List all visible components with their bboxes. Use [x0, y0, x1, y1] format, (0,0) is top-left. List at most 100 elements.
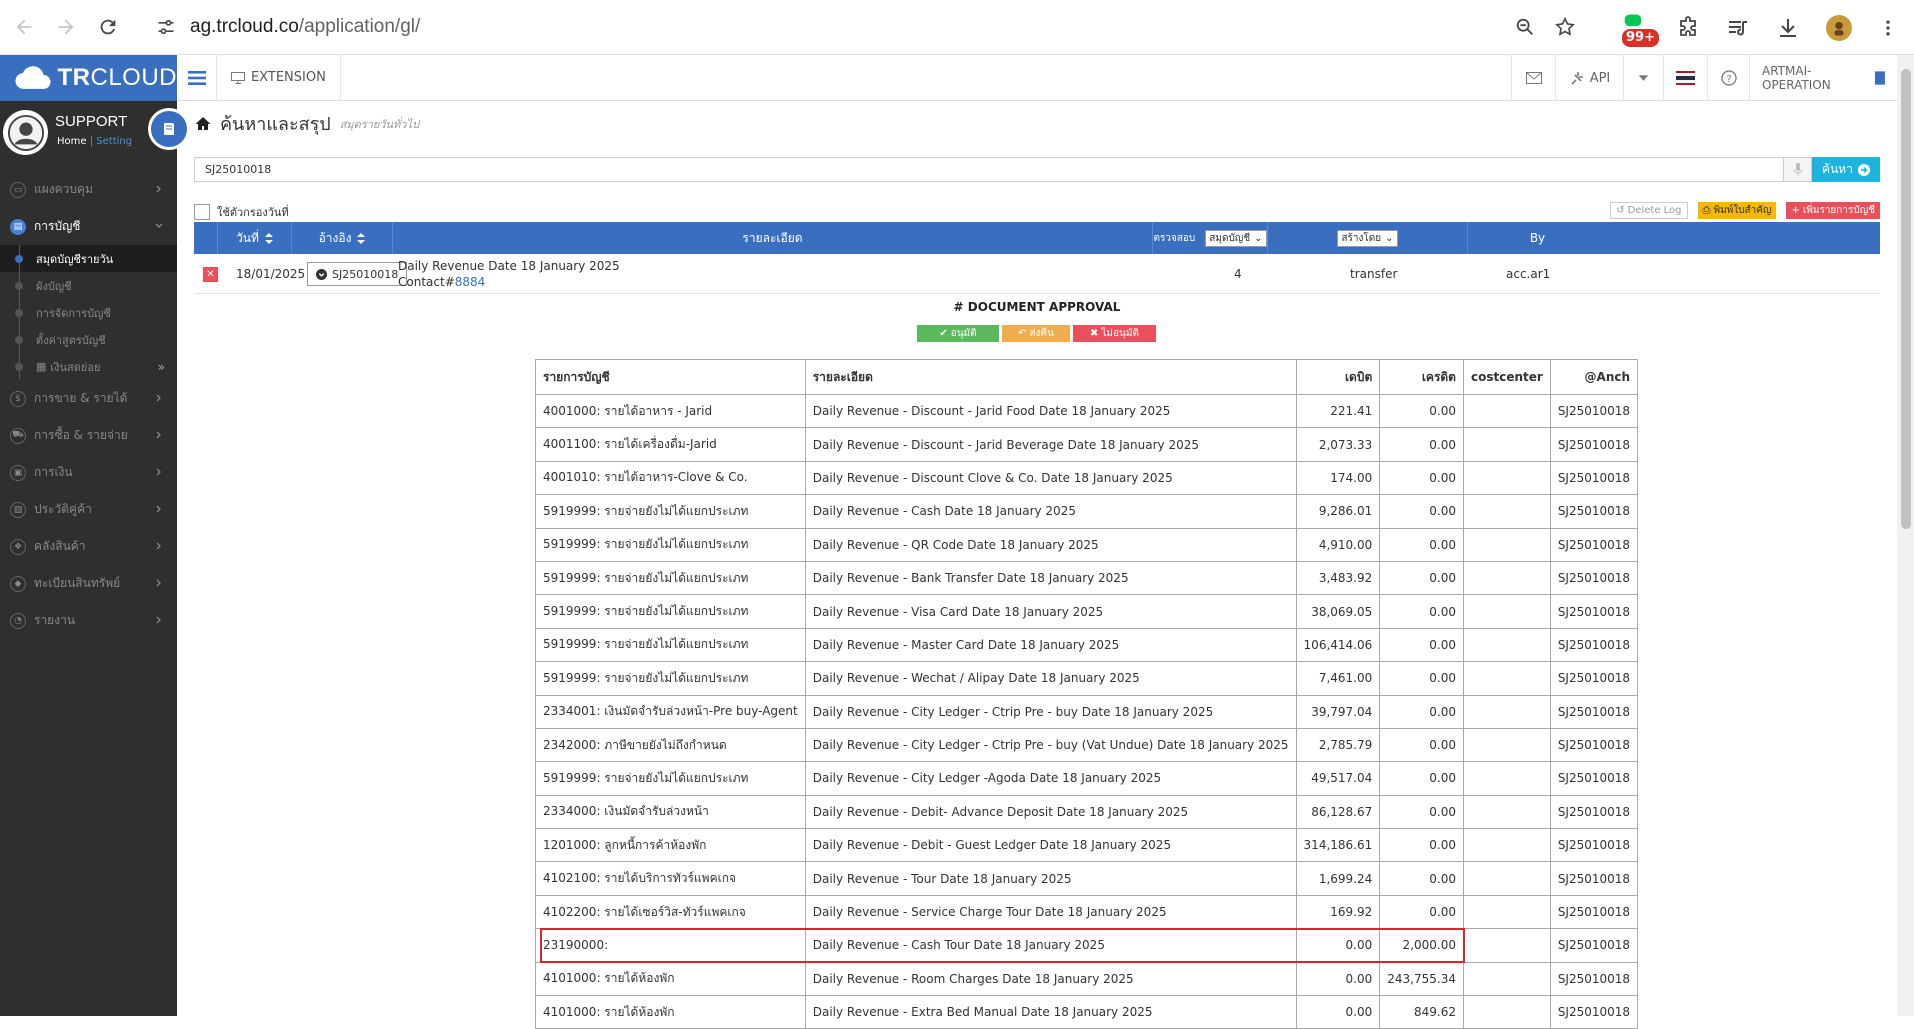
sidebar-menu: ▭ แผงควบคุม ▤ การบัญชี สมุดบัญชีรายวัน ผัง… [0, 171, 177, 639]
building-icon [1875, 71, 1885, 85]
cell-account: 4001100: รายได้เครื่องดื่ม-Jarid [535, 427, 806, 462]
extensions-puzzle-icon[interactable] [1676, 16, 1700, 40]
extension-button[interactable]: EXTENSION [217, 54, 341, 101]
cell-ref: SJ25010018 [1549, 894, 1639, 930]
search-bar: ค้นหา [194, 157, 1880, 182]
cell-ref: SJ25010018 [1549, 861, 1639, 896]
book-select[interactable]: สมุดบัญชี ⌄ [1205, 229, 1267, 247]
sort-date-header[interactable]: วันที่ [218, 222, 292, 254]
sidebar-item-reports[interactable]: ◔ รายงาน [0, 602, 177, 639]
address-bar[interactable]: ag.trcloud.co/application/gl/ [142, 6, 1582, 48]
cell-account: 5919999: รายจ่ายยังไม่ได้แยกประเภท [535, 594, 806, 629]
cell-credit: 849.62 [1379, 995, 1464, 1029]
avatar[interactable] [3, 110, 48, 155]
reload-icon[interactable] [88, 7, 128, 47]
api-button[interactable]: API [1555, 55, 1623, 101]
print-voucher-button[interactable]: ⎙ พิมพ์ใบสำคัญ [1697, 202, 1777, 219]
dropdown-button[interactable] [1623, 55, 1663, 101]
browser-menu-icon[interactable] [1878, 16, 1898, 40]
sidebar-item-dashboard[interactable]: ▭ แผงควบคุม [0, 171, 177, 208]
sidebar-subitem-petty-cash[interactable]: ▦ เงินสดย่อย » [0, 353, 177, 380]
company-button[interactable]: ARTMAI-OPERATION [1749, 55, 1897, 101]
cell-account: 2334001: เงินมัดจำรับล่วงหน้า-Pre buy-Ag… [535, 694, 806, 729]
document-link-button[interactable]: SJ25010018 [307, 262, 408, 286]
cell-ref: SJ25010018 [1549, 761, 1639, 796]
cell-detail: Daily Revenue - City Ledger - Ctrip Pre … [804, 694, 1297, 729]
sidebar-subitem-formula-settings[interactable]: ตั้งค่าสูตรบัญชี [0, 326, 177, 353]
gl-table-body: 4001000: รายได้อาหาร - Jarid Daily Revenu… [535, 393, 1639, 1029]
site-settings-icon[interactable] [156, 17, 176, 37]
extension-line-icon[interactable]: 99+ [1620, 12, 1659, 47]
reject-button[interactable]: ✖ ไม่อนุมัติ [1073, 325, 1156, 342]
approval-buttons: ✔ อนุมัติ ↶ ส่งคืน ✖ ไม่อนุมัติ [917, 325, 1156, 342]
home-link[interactable]: Home [57, 136, 87, 147]
page-title: ค้นหาและสรุป [220, 114, 331, 135]
search-button[interactable]: ค้นหา [1812, 157, 1880, 182]
language-button[interactable] [1663, 55, 1707, 101]
delete-icon[interactable]: ✕ [203, 266, 218, 282]
help-button[interactable]: ? [1707, 55, 1749, 101]
api-label: API [1589, 70, 1611, 86]
contact-ref: Contact#8884 [398, 275, 486, 289]
setting-link[interactable]: Setting [96, 136, 132, 147]
back-icon[interactable] [4, 7, 44, 47]
sidebar-item-sales[interactable]: $ การขาย & รายได้ [0, 380, 177, 417]
cell-debit: 169.92 [1295, 894, 1381, 930]
profile-name: SUPPORT [55, 113, 128, 130]
notification-badge: 99+ [1622, 29, 1659, 47]
delete-log-button[interactable]: ↺ Delete Log [1610, 202, 1688, 219]
cell-detail: Daily Revenue - Tour Date 18 January 202… [804, 861, 1297, 896]
mail-button[interactable] [1511, 55, 1555, 101]
double-chevron-icon: » [157, 359, 165, 374]
cell-debit: 49,517.04 [1295, 761, 1381, 796]
sidebar-item-inventory[interactable]: ❖ คลังสินค้า [0, 528, 177, 565]
app-logo[interactable]: TRCLOUD [0, 55, 177, 101]
chevron-circle-icon [316, 268, 327, 280]
approve-button[interactable]: ✔ อนุมัติ [917, 325, 999, 342]
search-input[interactable] [194, 157, 1784, 182]
cell-credit: 0.00 [1379, 894, 1464, 930]
journal-shortcut-button[interactable] [148, 108, 190, 150]
forward-icon[interactable] [46, 7, 86, 47]
bookmark-star-icon[interactable] [1554, 16, 1576, 38]
sort-ref-header[interactable]: อ้างอิง [292, 222, 393, 254]
journal-row[interactable]: ✕ 18/01/2025 SJ25010018 Daily Revenue Da… [194, 254, 1880, 294]
sidebar-subitem-chart-of-accounts[interactable]: ผังบัญชี [0, 272, 177, 299]
cell-debit: 3,483.92 [1295, 560, 1381, 596]
cell-credit: 0.00 [1379, 694, 1464, 729]
menu-toggle-button[interactable] [177, 54, 217, 101]
contact-link[interactable]: 8884 [455, 275, 486, 289]
download-icon[interactable] [1776, 16, 1800, 40]
created-by-select[interactable]: สร้างโดย ⌄ [1337, 229, 1398, 247]
chevron-right-icon [156, 616, 161, 624]
microphone-icon[interactable] [1784, 157, 1812, 182]
scrollbar-thumb[interactable] [1901, 69, 1911, 529]
created-header: สร้างโดย ⌄ [1268, 222, 1468, 254]
cell-account: 5919999: รายจ่ายยังไม่ได้แยกประเภท [535, 661, 806, 696]
cell-credit: 0.00 [1379, 594, 1464, 629]
sidebar-item-assets[interactable]: ◆ ทะเบียนสินทรัพย์ [0, 565, 177, 602]
media-controls-icon[interactable] [1726, 16, 1750, 40]
return-button[interactable]: ↶ ส่งคืน [1002, 325, 1070, 342]
sidebar-subitem-account-management[interactable]: การจัดการบัญชี [0, 299, 177, 326]
thai-flag-icon [1676, 71, 1695, 85]
cell-ref: SJ25010018 [1549, 460, 1639, 496]
cell-ref: SJ25010018 [1549, 594, 1639, 629]
date-filter-checkbox[interactable] [194, 204, 210, 220]
sidebar-item-purchases[interactable]: ⛟ การซื้อ & รายจ่าย [0, 417, 177, 454]
sidebar-item-contacts[interactable]: ▧ ประวัติคู่ค้า [0, 491, 177, 528]
cell-detail: Daily Revenue - Discount - Jarid Food Da… [804, 393, 1297, 429]
profile-avatar-icon[interactable] [1826, 15, 1852, 41]
add-entry-button[interactable]: + เพิ่มรายการบัญชี [1786, 202, 1880, 219]
cell-debit: 38,069.05 [1295, 594, 1381, 629]
table-row: 1201000: ลูกหนี้การค้าห้องพัก Daily Reven… [535, 828, 1639, 863]
page-scrollbar[interactable] [1897, 55, 1914, 1016]
sidebar-item-finance[interactable]: ▣ การเงิน [0, 454, 177, 491]
sidebar-item-accounting[interactable]: ▤ การบัญชี [0, 208, 177, 245]
home-icon[interactable] [195, 116, 211, 131]
zoom-icon[interactable] [1514, 16, 1536, 38]
times-circle-icon: ✖ [1090, 328, 1099, 339]
sidebar-subitem-journal[interactable]: สมุดบัญชีรายวัน [0, 245, 177, 272]
cell-detail: Daily Revenue - Debit - Guest Ledger Dat… [804, 828, 1297, 863]
cell-detail: Daily Revenue - Cash Tour Date 18 Januar… [804, 928, 1297, 963]
